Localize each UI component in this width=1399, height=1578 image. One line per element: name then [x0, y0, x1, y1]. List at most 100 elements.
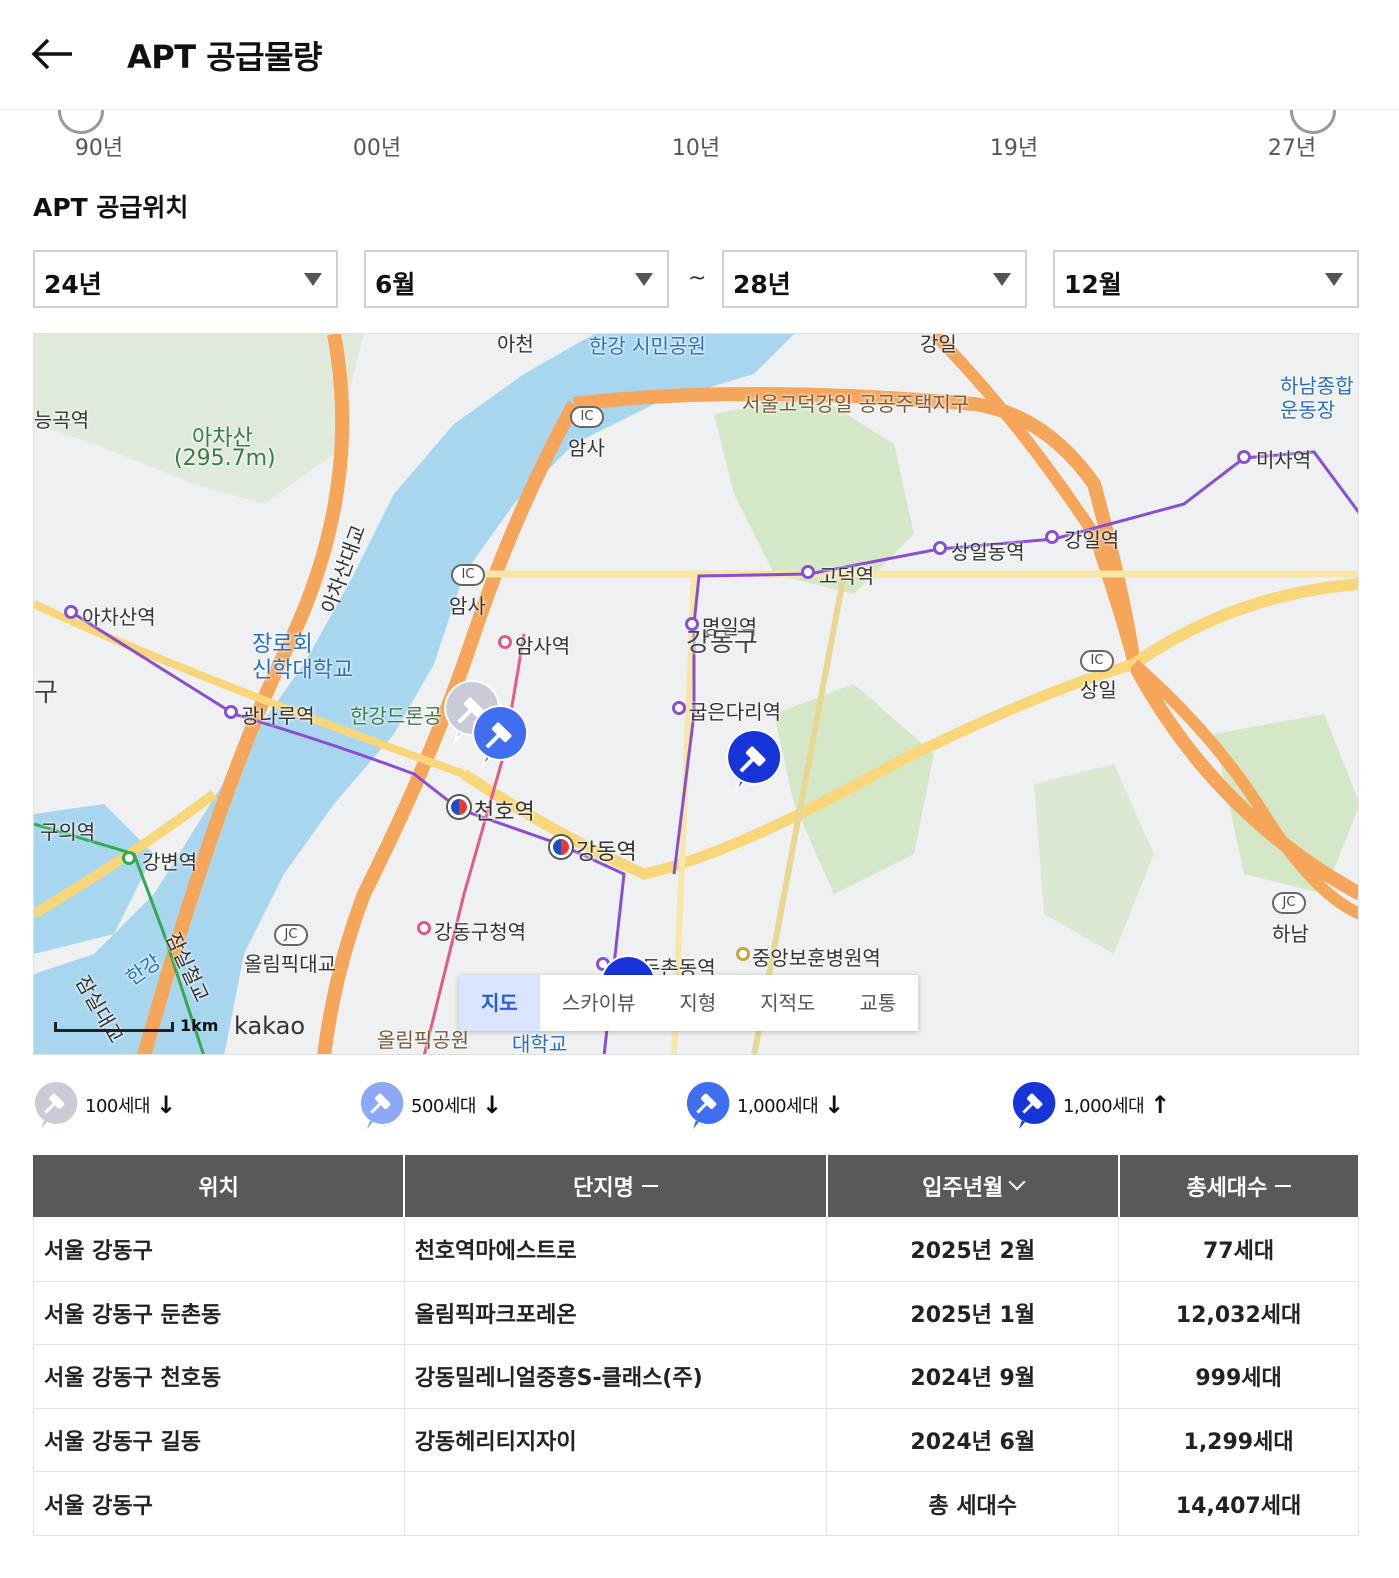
- column-header-move-in[interactable]: 입주년월: [825, 1154, 1120, 1218]
- table-row[interactable]: 서울 강동구 천호동 강동밀레니얼중흥S-클래스(주) 2024년 9월 999…: [33, 1344, 1359, 1409]
- map-label: 강동역: [576, 840, 637, 865]
- station-dot[interactable]: [417, 921, 431, 935]
- ic-badge: IC: [1080, 650, 1114, 672]
- station-dot[interactable]: [64, 605, 78, 619]
- tab-terrain[interactable]: 지형: [657, 975, 738, 1031]
- legend-label: 1,000세대: [737, 1096, 819, 1117]
- scale-label: 1km: [180, 1016, 219, 1035]
- start-year-select[interactable]: 24년: [33, 250, 338, 308]
- select-value: 28년: [733, 270, 791, 299]
- transfer-station-icon[interactable]: [550, 836, 572, 858]
- cell-move-in: 2025년 1월: [826, 1280, 1120, 1346]
- map-label: 암사: [449, 594, 486, 618]
- map-label: 중앙보훈병원역: [752, 946, 881, 970]
- map-label: 강동구청역: [434, 920, 526, 944]
- table-row[interactable]: 서울 강동구 길동 강동헤리티지자이 2024년 6월 1,299세대: [33, 1407, 1359, 1473]
- cell-location: 서울 강동구 둔촌동: [33, 1280, 405, 1346]
- column-header-complex[interactable]: 단지명: [403, 1154, 828, 1218]
- station-dot[interactable]: [122, 851, 136, 865]
- map-type-tabs: 지도 스카이뷰 지형 지적도 교통: [459, 975, 919, 1031]
- dropdown-arrow-icon: [993, 273, 1011, 286]
- header-label: 위치: [198, 1176, 239, 1201]
- cell-move-in: 2025년 2월: [826, 1217, 1120, 1282]
- station-dot[interactable]: [1045, 530, 1059, 544]
- map-label: 암사역: [515, 634, 571, 658]
- map-view[interactable]: 아천 한강 시민공원 강일 능곡역 아차산 (295.7m) 서울고덕강일 공공…: [33, 333, 1359, 1055]
- column-header-households[interactable]: 총세대수: [1117, 1154, 1359, 1218]
- map-label: 구의역: [40, 820, 96, 844]
- map-label: 운동장: [1280, 398, 1336, 422]
- table-row[interactable]: 서울 강동구 둔촌동 올림픽파크포레온 2025년 1월 12,032세대: [33, 1280, 1359, 1346]
- cell-location: 서울 강동구: [33, 1471, 405, 1536]
- cell-move-in: 2024년 6월: [826, 1407, 1120, 1473]
- cell-move-in: 2024년 9월: [826, 1344, 1120, 1409]
- map-label: 고덕역: [819, 564, 875, 588]
- station-dot[interactable]: [498, 635, 512, 649]
- legend-item-100: 100세대 ↓: [33, 1080, 176, 1130]
- legend-item-500: 500세대 ↓: [359, 1080, 502, 1130]
- map-label: 상일: [1080, 678, 1117, 702]
- map-label: (295.7m): [174, 446, 276, 471]
- map-label: 강일: [920, 333, 957, 356]
- jc-badge: JC: [274, 924, 308, 946]
- supply-table: 위치 단지명 입주년월 총세대수 서울 강동구 천호역마에스트로 2025년 2…: [33, 1154, 1359, 1536]
- station-dot[interactable]: [801, 565, 815, 579]
- tab-skyview[interactable]: 스카이뷰: [540, 975, 658, 1031]
- map-marker-1000-below[interactable]: [472, 704, 530, 770]
- map-label: 올림픽대교: [244, 952, 336, 976]
- select-value: 6월: [375, 270, 416, 299]
- header-label: 총세대수: [1186, 1176, 1268, 1201]
- cell-complex: 강동헤리티지자이: [403, 1407, 828, 1473]
- page-title: APT 공급물량: [127, 38, 322, 76]
- map-label: 암사: [568, 436, 605, 460]
- map-marker-1000-above[interactable]: [726, 728, 784, 794]
- scale-bar: [54, 1022, 174, 1032]
- transfer-station-icon[interactable]: [448, 796, 470, 818]
- station-dot[interactable]: [933, 541, 947, 555]
- timeline-tick: 19년: [989, 136, 1039, 161]
- map-label: 광나루역: [241, 704, 315, 728]
- end-month-select[interactable]: 12월: [1053, 250, 1359, 308]
- ic-badge: IC: [451, 564, 485, 586]
- tab-traffic[interactable]: 교통: [837, 975, 918, 1031]
- header-label: 단지명: [573, 1176, 634, 1201]
- map-label: 하남: [1272, 922, 1309, 946]
- sort-none-icon: [641, 1185, 658, 1187]
- station-dot[interactable]: [1237, 450, 1251, 464]
- cell-location: 서울 강동구: [33, 1217, 405, 1282]
- total-label: 총 세대수: [826, 1471, 1120, 1536]
- cell-households: 77세대: [1118, 1217, 1359, 1282]
- station-dot[interactable]: [736, 947, 750, 961]
- tab-cadastral[interactable]: 지적도: [738, 975, 837, 1031]
- station-dot[interactable]: [672, 701, 686, 715]
- tab-map[interactable]: 지도: [459, 975, 540, 1031]
- cell-complex: 올림픽파크포레온: [403, 1280, 828, 1346]
- dropdown-arrow-icon: [304, 273, 322, 286]
- station-dot[interactable]: [224, 705, 238, 719]
- cell-complex: 강동밀레니얼중흥S-클래스(주): [403, 1344, 828, 1409]
- map-label: 대학교: [512, 1032, 568, 1055]
- map-label: 미사역: [1256, 448, 1312, 472]
- map-label: 굽은다리역: [689, 700, 781, 724]
- legend-label: 500세대: [411, 1096, 476, 1117]
- station-dot[interactable]: [685, 617, 699, 631]
- map-label: 강일역: [1064, 528, 1120, 552]
- table-row[interactable]: 서울 강동구 천호역마에스트로 2025년 2월 77세대: [33, 1217, 1359, 1282]
- arrow-up-icon: ↑: [1150, 1091, 1171, 1119]
- start-month-select[interactable]: 6월: [364, 250, 669, 308]
- back-arrow-icon[interactable]: [30, 34, 76, 74]
- cell-households: 1,299세대: [1118, 1407, 1359, 1473]
- marker-100-icon: [34, 1081, 78, 1129]
- timeline-tick: 27년: [1267, 136, 1317, 161]
- legend-label: 100세대: [85, 1096, 150, 1117]
- table-total-row: 서울 강동구 총 세대수 14,407세대: [33, 1471, 1359, 1536]
- cell-complex: 천호역마에스트로: [403, 1217, 828, 1282]
- map-label: 아차산역: [82, 605, 156, 629]
- map-label: 신학대학교: [252, 658, 354, 683]
- map-label: 한강 시민공원: [589, 334, 706, 358]
- end-year-select[interactable]: 28년: [722, 250, 1027, 308]
- section-title: APT 공급위치: [33, 193, 189, 222]
- map-brand-logo: kakao: [234, 1012, 306, 1040]
- column-header-location: 위치: [33, 1154, 405, 1218]
- marker-500-icon: [360, 1081, 404, 1129]
